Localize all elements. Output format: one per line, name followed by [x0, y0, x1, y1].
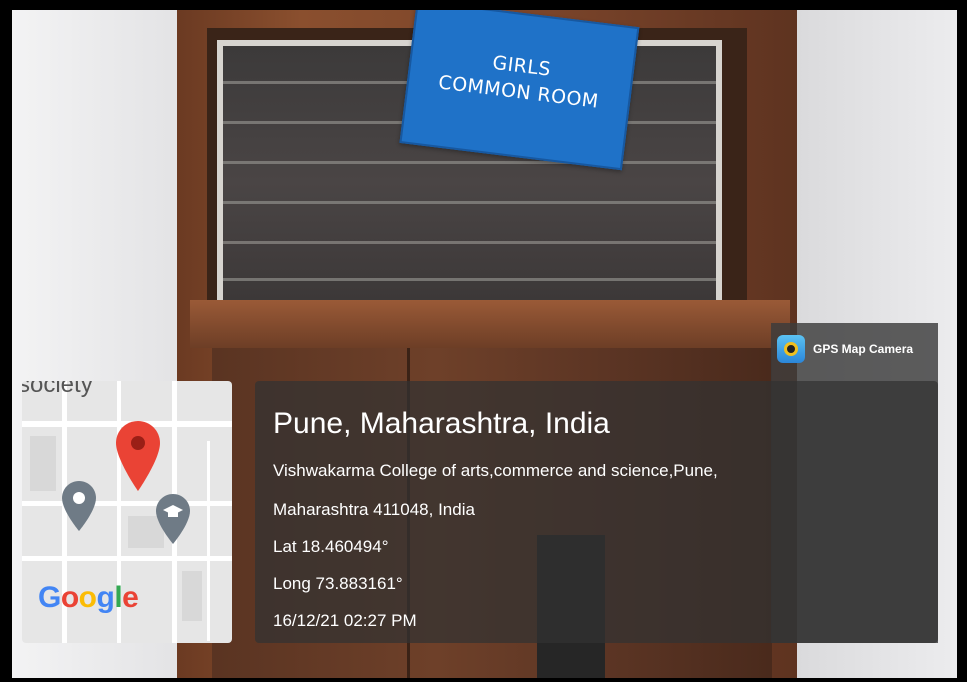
address-line-2: Maharashtra 411048, India — [273, 500, 475, 519]
graduation-cap-pin-icon — [156, 494, 190, 544]
map-label: society — [22, 381, 93, 398]
longitude: Long 73.883161° — [273, 574, 403, 593]
image-frame: GIRLS COMMON ROOM GPS Map Camera society — [0, 0, 967, 682]
map-road — [22, 556, 232, 561]
louver-slat — [223, 161, 716, 164]
map-thumbnail: society Google — [22, 381, 232, 643]
map-road — [207, 441, 210, 641]
location-info-panel: Pune, Maharashtra, India Vishwakarma Col… — [255, 381, 938, 643]
gray-pin-icon — [62, 481, 96, 531]
gps-map-camera-icon — [777, 335, 805, 363]
app-name: GPS Map Camera — [813, 342, 914, 356]
map-road — [22, 501, 232, 506]
timestamp: 16/12/21 02:27 PM — [273, 611, 417, 630]
louver-slat — [223, 278, 716, 281]
louver-slat — [223, 201, 716, 204]
app-row: GPS Map Camera — [777, 335, 913, 363]
room-sign: GIRLS COMMON ROOM — [399, 10, 640, 171]
map-block — [182, 571, 202, 621]
google-logo: Google — [38, 581, 139, 614]
location-pin-icon — [116, 421, 160, 491]
latitude: Lat 18.460494° — [273, 537, 389, 556]
address-line-1: Vishwakarma College of arts,commerce and… — [273, 461, 718, 480]
map-block — [30, 436, 56, 491]
door-ledge — [190, 300, 790, 348]
louver-slat — [223, 241, 716, 244]
location-title: Pune, Maharashtra, India — [273, 407, 610, 440]
